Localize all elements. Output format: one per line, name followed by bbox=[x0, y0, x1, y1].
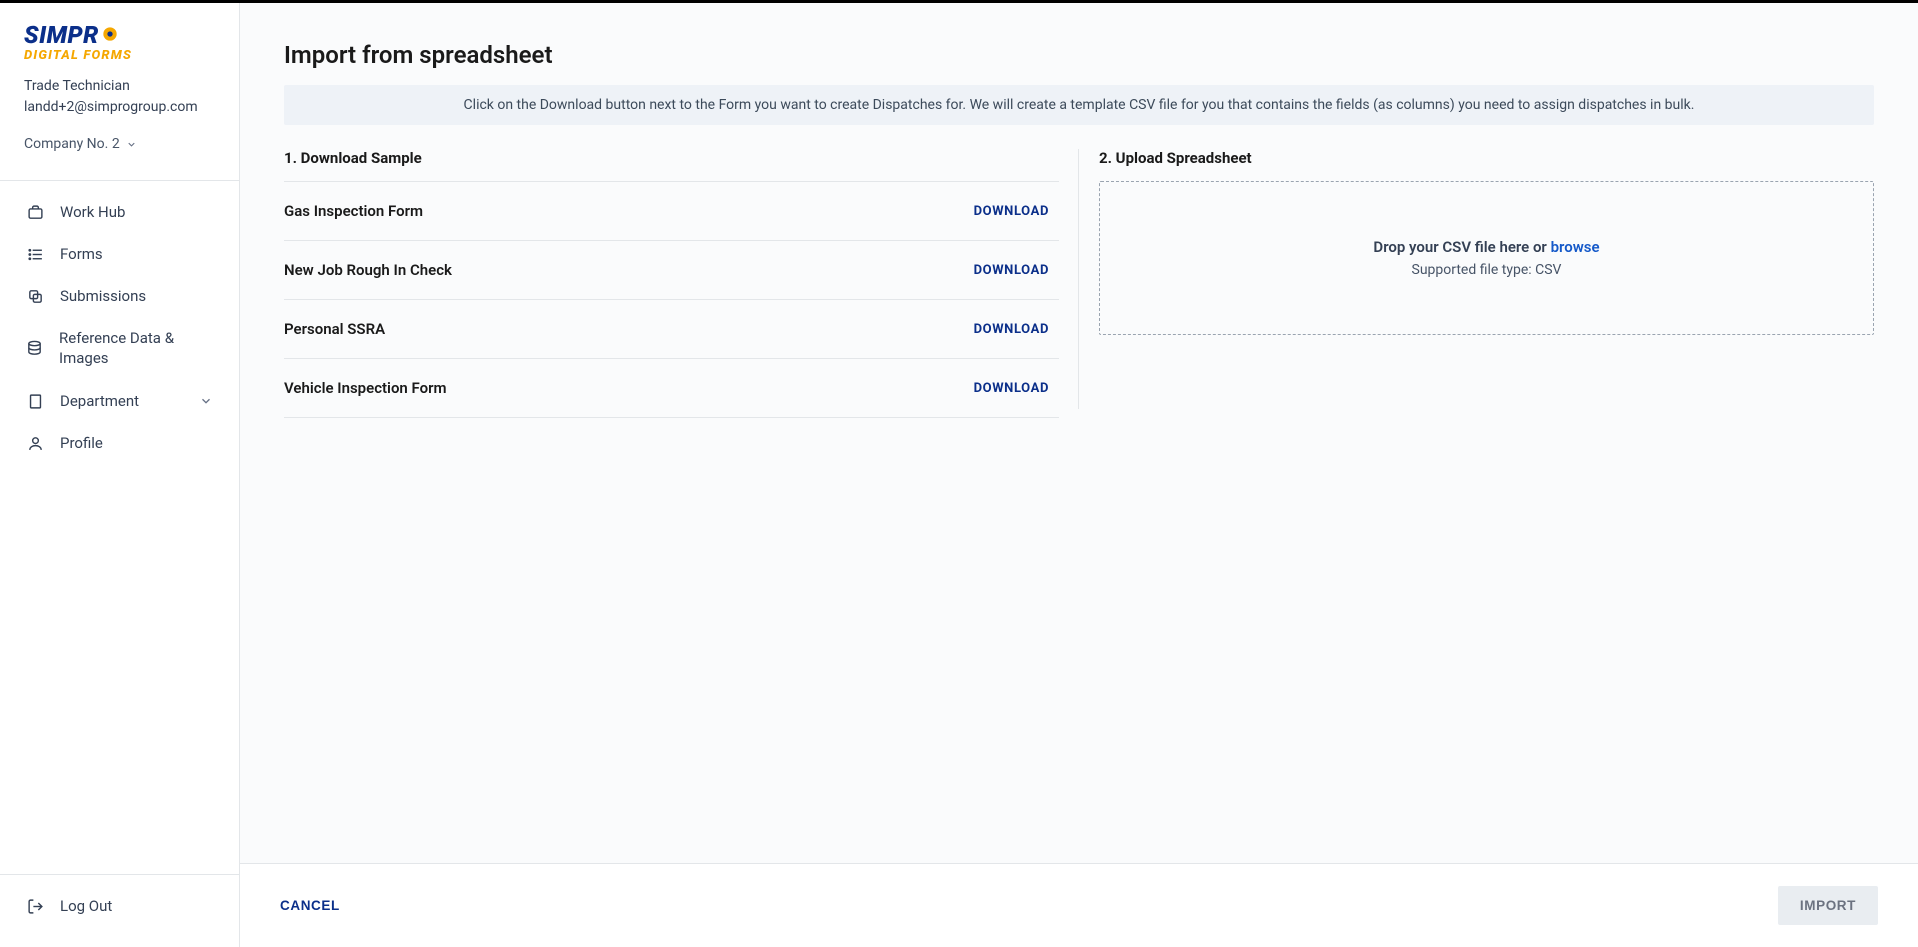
sidebar-item-submissions[interactable]: Submissions bbox=[0, 275, 239, 317]
sidebar-item-label: Profile bbox=[60, 434, 103, 452]
company-selector[interactable]: Company No. 2 bbox=[24, 136, 215, 152]
download-button[interactable]: DOWNLOAD bbox=[974, 204, 1059, 219]
sidebar-item-label: Department bbox=[60, 392, 139, 410]
sidebar-item-label: Log Out bbox=[60, 897, 112, 915]
browse-link[interactable]: browse bbox=[1551, 238, 1600, 256]
form-row: Gas Inspection Form DOWNLOAD bbox=[284, 181, 1059, 240]
logo-text: SIMPR bbox=[24, 23, 99, 47]
user-icon bbox=[26, 435, 44, 452]
form-row: Personal SSRA DOWNLOAD bbox=[284, 299, 1059, 358]
form-name: Personal SSRA bbox=[284, 320, 385, 338]
user-role: Trade Technician bbox=[24, 76, 215, 97]
sidebar-item-logout[interactable]: Log Out bbox=[0, 885, 239, 927]
import-button[interactable]: IMPORT bbox=[1778, 886, 1878, 925]
form-name: Gas Inspection Form bbox=[284, 202, 423, 220]
dropzone-text: Drop your CSV file here or bbox=[1373, 238, 1550, 256]
form-name: New Job Rough In Check bbox=[284, 261, 452, 279]
logo: SIMPR DIGITAL FORMS bbox=[24, 23, 215, 62]
sidebar-item-label: Work Hub bbox=[60, 203, 125, 221]
building-icon bbox=[26, 393, 44, 410]
sidebar-item-work-hub[interactable]: Work Hub bbox=[0, 191, 239, 233]
cancel-button[interactable]: CANCEL bbox=[280, 898, 340, 913]
dropzone-subtext: Supported file type: CSV bbox=[1120, 262, 1853, 278]
user-email: landd+2@simprogroup.com bbox=[24, 97, 215, 118]
nav: Work Hub Forms Submissions Reference Dat… bbox=[0, 181, 239, 874]
main: Import from spreadsheet Click on the Dow… bbox=[240, 3, 1918, 947]
sidebar-item-label: Reference Data & Images bbox=[59, 329, 213, 368]
gear-icon bbox=[100, 24, 120, 44]
logout-icon bbox=[26, 898, 44, 915]
sidebar-item-profile[interactable]: Profile bbox=[0, 422, 239, 464]
sidebar-item-label: Forms bbox=[60, 245, 103, 263]
copy-icon bbox=[26, 288, 44, 305]
sidebar: SIMPR DIGITAL FORMS Trade Technician lan… bbox=[0, 3, 240, 947]
footer-bar: CANCEL IMPORT bbox=[240, 863, 1918, 947]
download-button[interactable]: DOWNLOAD bbox=[974, 381, 1059, 396]
sidebar-item-label: Submissions bbox=[60, 287, 146, 305]
form-row: New Job Rough In Check DOWNLOAD bbox=[284, 240, 1059, 299]
chevron-down-icon bbox=[126, 139, 137, 150]
upload-section: 2. Upload Spreadsheet Drop your CSV file… bbox=[1099, 149, 1874, 335]
briefcase-icon bbox=[26, 204, 44, 221]
list-icon bbox=[26, 246, 44, 263]
form-row: Vehicle Inspection Form DOWNLOAD bbox=[284, 358, 1059, 418]
logo-subtitle: DIGITAL FORMS bbox=[24, 49, 215, 62]
form-name: Vehicle Inspection Form bbox=[284, 379, 447, 397]
chevron-down-icon bbox=[199, 394, 213, 408]
download-button[interactable]: DOWNLOAD bbox=[974, 322, 1059, 337]
file-dropzone[interactable]: Drop your CSV file here or browse Suppor… bbox=[1099, 181, 1874, 335]
sidebar-item-reference[interactable]: Reference Data & Images bbox=[0, 317, 239, 380]
section-heading: 1. Download Sample bbox=[284, 149, 1059, 167]
download-sample-section: 1. Download Sample Gas Inspection Form D… bbox=[284, 149, 1059, 418]
sidebar-item-department[interactable]: Department bbox=[0, 380, 239, 422]
section-heading: 2. Upload Spreadsheet bbox=[1099, 149, 1874, 167]
company-name: Company No. 2 bbox=[24, 136, 120, 152]
download-button[interactable]: DOWNLOAD bbox=[974, 263, 1059, 278]
database-icon bbox=[26, 340, 43, 357]
page-title: Import from spreadsheet bbox=[284, 41, 1874, 69]
sidebar-item-forms[interactable]: Forms bbox=[0, 233, 239, 275]
info-banner: Click on the Download button next to the… bbox=[284, 85, 1874, 125]
